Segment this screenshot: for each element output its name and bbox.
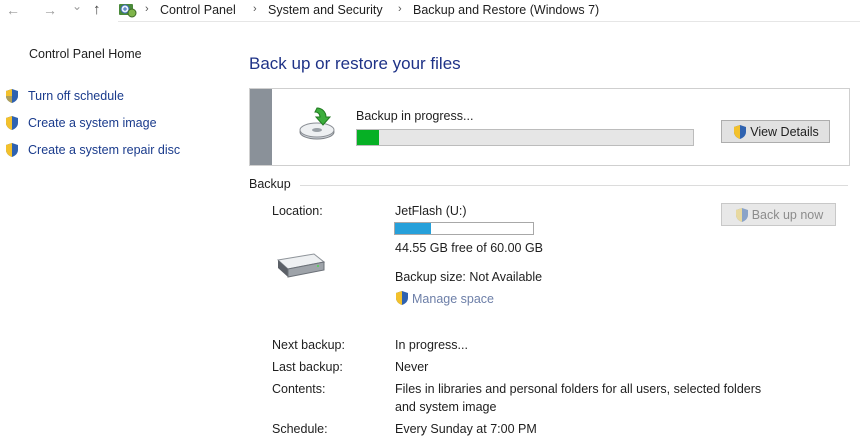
view-details-label: View Details [750, 124, 819, 139]
backup-status-panel: Backup in progress... View Details [249, 88, 850, 166]
location-label: Location: [272, 204, 323, 218]
up-arrow-icon[interactable]: ↑ [93, 1, 101, 18]
back-up-now-label: Back up now [751, 207, 824, 222]
view-details-button[interactable]: View Details [721, 120, 830, 143]
contents-value-line2: and system image [395, 400, 497, 414]
backup-size-text: Backup size: Not Available [395, 270, 543, 284]
sidebar-turn-off-schedule[interactable]: Turn off schedule [28, 89, 124, 103]
status-strip [250, 89, 272, 165]
backup-section-label: Backup [249, 177, 291, 191]
uac-shield-icon [396, 291, 408, 305]
breadcrumb-control-panel[interactable]: Control Panel [160, 3, 236, 17]
breadcrumb-system-and-security[interactable]: System and Security [268, 3, 383, 17]
contents-label: Contents: [272, 382, 326, 396]
address-bar: ← → ⌄ ↑ › Control Panel › System and Sec… [0, 0, 860, 22]
backup-progress-fill [357, 130, 379, 145]
contents-value-line1: Files in libraries and personal folders … [395, 382, 762, 396]
sidebar-create-system-image[interactable]: Create a system image [28, 116, 157, 130]
uac-shield-icon [6, 89, 18, 103]
drive-capacity-fill [395, 223, 431, 234]
breadcrumb-separator: › [145, 3, 149, 15]
location-value: JetFlash (U:) [395, 204, 467, 218]
section-divider [300, 185, 848, 186]
back-up-now-button[interactable]: Back up now [721, 203, 836, 226]
free-space-text: 44.55 GB free of 60.00 GB [395, 241, 544, 255]
next-backup-value: In progress... [395, 338, 468, 352]
breadcrumb-separator[interactable]: › [398, 3, 402, 15]
backup-in-progress-icon [299, 107, 335, 140]
control-panel-icon [119, 4, 137, 18]
sidebar-create-system-repair-disc[interactable]: Create a system repair disc [28, 143, 180, 157]
page-title: Back up or restore your files [249, 54, 461, 73]
breadcrumb-backup-and-restore[interactable]: Backup and Restore (Windows 7) [413, 3, 599, 17]
schedule-value: Every Sunday at 7:00 PM [395, 422, 537, 436]
forward-arrow-icon[interactable]: → [43, 2, 57, 18]
schedule-label: Schedule: [272, 422, 328, 436]
manage-space-link[interactable]: Manage space [412, 292, 494, 306]
address-bar-divider [118, 21, 860, 22]
back-arrow-icon[interactable]: ← [6, 2, 20, 18]
backup-status-text: Backup in progress... [356, 109, 474, 123]
uac-shield-icon [6, 143, 18, 157]
uac-shield-icon [734, 124, 747, 139]
uac-shield-icon [735, 207, 748, 222]
uac-shield-icon [6, 116, 18, 130]
recent-locations-dropdown-icon[interactable]: ⌄ [72, 0, 82, 13]
last-backup-label: Last backup: [272, 360, 343, 374]
last-backup-value: Never [395, 360, 429, 374]
breadcrumb-separator[interactable]: › [253, 3, 257, 15]
external-drive-icon [276, 253, 326, 278]
next-backup-label: Next backup: [272, 338, 345, 352]
drive-capacity-bar [394, 222, 534, 235]
sidebar-control-panel-home[interactable]: Control Panel Home [29, 47, 142, 61]
backup-progress-bar [356, 129, 694, 146]
